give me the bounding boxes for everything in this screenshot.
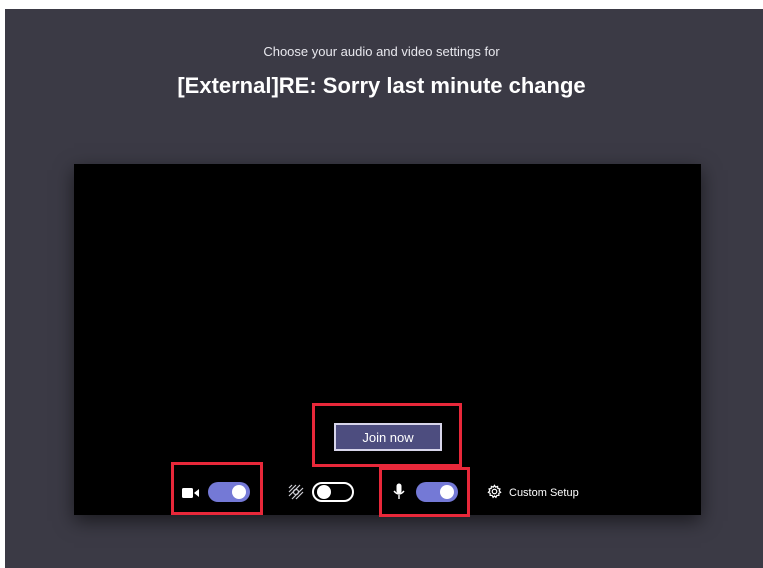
custom-setup-label: Custom Setup: [509, 487, 579, 499]
gear-icon: [487, 484, 502, 502]
background-blur-toggle[interactable]: [312, 482, 354, 502]
settings-subtitle: Choose your audio and video settings for: [263, 44, 500, 59]
camera-icon: [182, 486, 200, 504]
background-blur-icon: [288, 484, 304, 505]
microphone-toggle[interactable]: [416, 482, 458, 502]
background-blur-toggle-knob: [317, 485, 331, 499]
microphone-icon: [393, 483, 405, 506]
meeting-title: [External]RE: Sorry last minute change: [177, 73, 586, 98]
join-now-button[interactable]: Join now: [334, 423, 442, 451]
camera-toggle-knob: [232, 485, 246, 499]
microphone-toggle-knob: [440, 485, 454, 499]
camera-toggle[interactable]: [208, 482, 250, 502]
custom-setup-button[interactable]: Custom Setup: [487, 483, 579, 503]
